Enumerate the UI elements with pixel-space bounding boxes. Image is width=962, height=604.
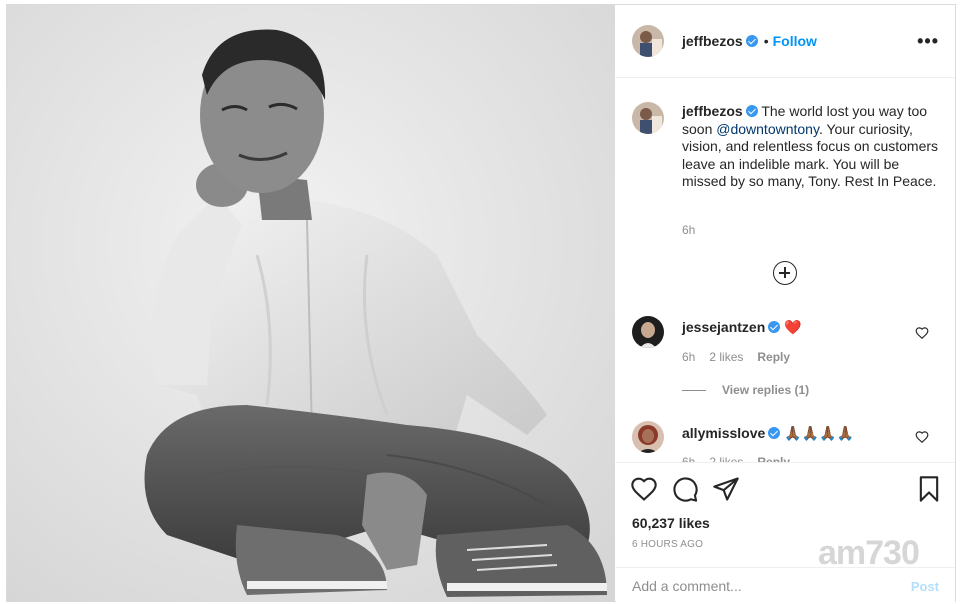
like-comment-heart-icon[interactable] <box>915 326 929 340</box>
likes-count[interactable]: 60,237 likes <box>632 515 710 531</box>
author-username[interactable]: jeffbezos <box>682 33 743 49</box>
caption-timestamp[interactable]: 6h <box>682 223 695 237</box>
header-user-line: jeffbezos • Follow <box>682 33 817 49</box>
post-actions-section: 60,237 likes 6 HOURS AGO Post <box>616 462 955 602</box>
post-sidebar: jeffbezos • Follow ••• jeffbezos The world… <box>616 5 955 602</box>
commenter-avatar[interactable] <box>632 316 664 348</box>
view-replies-label: View replies (1) <box>722 383 810 397</box>
avatar-image <box>632 421 664 453</box>
post-timestamp[interactable]: 6 HOURS AGO <box>632 539 703 550</box>
comment-bubble-icon[interactable] <box>671 475 699 503</box>
reply-button[interactable]: Reply <box>757 350 790 364</box>
avatar-image <box>632 102 664 134</box>
avatar-image <box>632 25 664 57</box>
comment-username[interactable]: allymisslove <box>682 425 765 441</box>
comment-2-user-line: allymisslove 🙏🏾🙏🏾🙏🏾🙏🏾 <box>682 425 854 442</box>
comment-1-user-line: jessejantzen ❤️ <box>682 319 802 336</box>
post-comment-button[interactable]: Post <box>911 579 939 594</box>
comment-text: 🙏🏾🙏🏾🙏🏾🙏🏾 <box>784 425 854 441</box>
commenter-avatar[interactable] <box>632 421 664 453</box>
comment-time[interactable]: 6h <box>682 350 695 364</box>
share-paper-plane-icon[interactable] <box>712 475 740 503</box>
follow-button[interactable]: Follow <box>773 33 817 49</box>
post-photo[interactable] <box>7 5 615 602</box>
save-bookmark-icon[interactable] <box>915 475 943 503</box>
verified-badge-icon <box>768 427 781 439</box>
verified-badge-icon <box>745 105 758 117</box>
add-comment-input[interactable] <box>632 578 892 594</box>
caption-avatar[interactable] <box>632 102 664 134</box>
caption-username[interactable]: jeffbezos <box>682 103 743 119</box>
separator-dot: • <box>763 33 769 49</box>
portrait-image <box>7 5 615 602</box>
comment-text: ❤️ <box>784 319 802 335</box>
verified-badge-icon <box>768 321 781 333</box>
like-comment-heart-icon[interactable] <box>915 430 929 444</box>
caption-mention-link[interactable]: @downtowntony <box>716 121 819 137</box>
comment-username[interactable]: jessejantzen <box>682 319 765 335</box>
more-options-icon[interactable]: ••• <box>917 31 939 52</box>
comment-likes[interactable]: 2 likes <box>709 350 743 364</box>
post-caption: jeffbezos The world lost you way too soo… <box>682 103 944 191</box>
load-more-comments-icon[interactable] <box>773 261 797 285</box>
view-replies-button[interactable]: View replies (1) <box>682 383 809 397</box>
replies-divider-line <box>682 390 706 392</box>
author-avatar[interactable] <box>632 25 664 57</box>
avatar-image <box>632 316 664 348</box>
verified-badge-icon <box>745 35 758 47</box>
watermark-logo: am730 <box>818 534 920 572</box>
comment-1-meta: 6h 2 likes Reply <box>682 350 804 364</box>
like-heart-icon[interactable] <box>630 475 658 503</box>
post-header: jeffbezos • Follow ••• <box>616 5 955 78</box>
